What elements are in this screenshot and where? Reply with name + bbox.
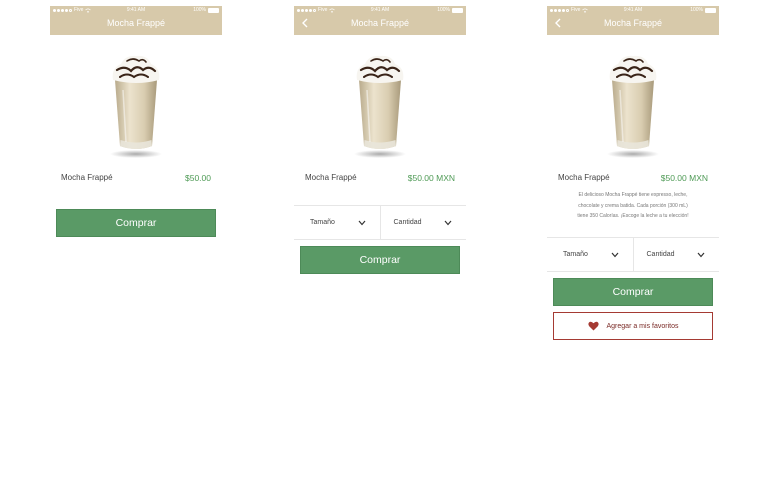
battery-percent: 100% (193, 7, 206, 13)
chevron-down-icon (444, 220, 452, 226)
quantity-label: Cantidad (393, 219, 422, 226)
add-to-favorites-button[interactable]: Agregar a mis favoritos (553, 312, 713, 340)
description-line: tiene 350 Calorías. ¡Escoge la leche a t… (577, 213, 689, 219)
product-description: El delicioso Mocha Frappé tiene expresso… (557, 190, 709, 222)
chevron-down-icon (358, 220, 366, 226)
option-selectors: Tamaño Cantidad (547, 237, 719, 272)
size-select[interactable]: Tamaño (547, 238, 633, 271)
quantity-select[interactable]: Cantidad (632, 238, 720, 271)
heart-icon (587, 321, 599, 331)
product-name: Mocha Frappé (305, 173, 357, 182)
status-bar: Five 9:41 AM 100% (50, 7, 222, 15)
product-name: Mocha Frappé (558, 173, 610, 182)
option-selectors: Tamaño Cantidad (294, 205, 466, 240)
product-price: $50.00 (185, 173, 211, 183)
product-image (347, 50, 413, 160)
product-image (103, 50, 169, 160)
buy-button[interactable]: Comprar (56, 209, 216, 237)
app-header: Five 9:41 AM 100% Mocha Frappé (50, 6, 222, 35)
buy-button[interactable]: Comprar (300, 246, 460, 274)
quantity-label: Cantidad (646, 251, 675, 258)
product-name: Mocha Frappé (61, 173, 113, 182)
battery-percent: 100% (690, 7, 703, 13)
quantity-select[interactable]: Cantidad (379, 206, 467, 239)
battery-percent: 100% (437, 7, 450, 13)
chevron-down-icon (611, 252, 619, 258)
screen-3: Five 9:41 AM 100% Mocha Frappé Mocha Fra… (547, 6, 719, 340)
size-select[interactable]: Tamaño (294, 206, 380, 239)
description-line: El delicioso Mocha Frappé tiene expresso… (578, 192, 688, 198)
favorite-label: Agregar a mis favoritos (606, 322, 679, 330)
description-line: chocolate y crema batida. Cada porción (… (578, 202, 688, 209)
battery-icon (208, 7, 219, 13)
page-title: Mocha Frappé (106, 18, 166, 28)
product-image (600, 50, 666, 160)
screen-2: Five 9:41 AM 100% Mocha Frappé Mocha Fra… (294, 6, 466, 274)
screen-1: Five 9:41 AM 100% Mocha Frappé Mocha Fra… (50, 6, 222, 237)
buy-button[interactable]: Comprar (553, 278, 713, 306)
chevron-down-icon (697, 252, 705, 258)
size-label: Tamaño (563, 251, 588, 258)
product-price: $50.00 MXN (407, 173, 455, 183)
page-title: Mocha Frappé (350, 18, 410, 28)
app-header: Five 9:41 AM 100% Mocha Frappé (547, 6, 719, 35)
app-header: Five 9:41 AM 100% Mocha Frappé (294, 6, 466, 35)
size-label: Tamaño (310, 219, 335, 226)
page-title: Mocha Frappé (603, 18, 663, 28)
product-price: $50.00 MXN (660, 173, 708, 183)
status-bar: Five 9:41 AM 100% (547, 7, 719, 15)
battery-icon (705, 7, 716, 13)
battery-icon (452, 7, 463, 13)
status-bar: Five 9:41 AM 100% (294, 7, 466, 15)
